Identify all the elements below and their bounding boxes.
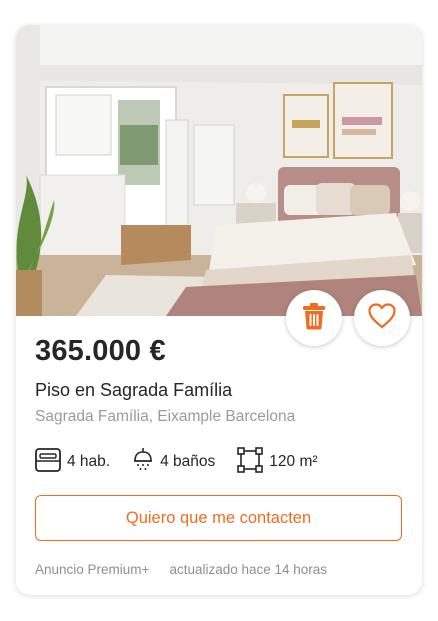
feature-rooms: 4 hab. (35, 447, 111, 477)
shower-icon (132, 447, 160, 478)
bed-icon (35, 447, 67, 477)
listing-footer: Anuncio Premium+ actualizado hace 14 hor… (35, 562, 327, 577)
listing-title[interactable]: Piso en Sagrada Família (35, 380, 232, 401)
feature-baths-label: 4 baños (160, 453, 216, 470)
delete-button[interactable] (286, 290, 342, 346)
listing-location: Sagrada Família, Eixample Barcelona (35, 408, 296, 425)
area-icon (237, 446, 269, 478)
listing-features: 4 hab. 4 baños 120 m² (35, 446, 340, 478)
favorite-button[interactable] (354, 290, 410, 346)
updated-timestamp: actualizado hace 14 horas (169, 562, 328, 577)
trash-icon (301, 302, 327, 335)
feature-area: 120 m² (237, 446, 318, 478)
listing-price: 365.000 € (35, 335, 166, 367)
listing-card[interactable]: 365.000 € Piso en Sagrada Família Sagrad… (16, 25, 422, 595)
heart-icon (368, 302, 396, 334)
feature-baths: 4 baños (132, 447, 215, 478)
premium-badge: Anuncio Premium+ (35, 562, 150, 577)
listing-photo[interactable] (16, 25, 422, 316)
feature-area-label: 120 m² (269, 453, 318, 470)
feature-rooms-label: 4 hab. (67, 453, 111, 470)
contact-button[interactable]: Quiero que me contacten (35, 495, 402, 541)
